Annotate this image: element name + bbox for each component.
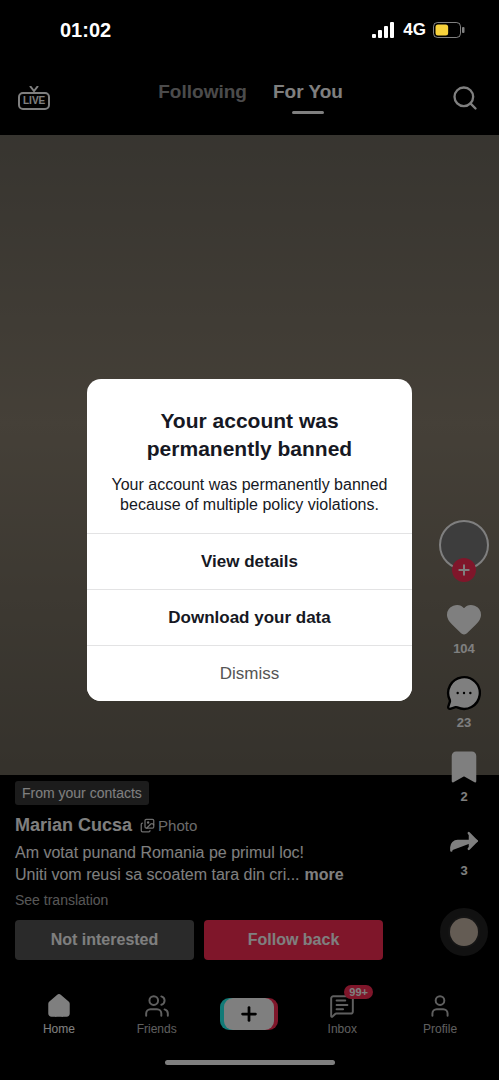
signal-icon [372,22,396,38]
screen: 01:02 4G LIVEFollowingFor YouFrom your con… [0,0,499,1080]
status-bar: 01:02 4G [0,0,499,60]
status-indicators: 4G [372,20,465,40]
dialog-header: Your account was permanently banned Your … [87,379,412,533]
dialog-action[interactable]: Dismiss [87,645,412,701]
status-time: 01:02 [60,19,111,42]
dialog-message: Your account was permanently banned beca… [107,475,392,515]
modal-overlay[interactable]: Your account was permanently banned Your … [0,60,499,1080]
battery-icon [433,22,465,38]
dialog-action[interactable]: Download your data [87,589,412,645]
ban-dialog: Your account was permanently banned Your … [87,379,412,701]
dialog-title: Your account was permanently banned [107,407,392,463]
app-body: LIVEFollowingFor YouFrom your contactsMa… [0,60,499,1080]
dialog-action[interactable]: View details [87,533,412,589]
network-label: 4G [403,20,426,40]
